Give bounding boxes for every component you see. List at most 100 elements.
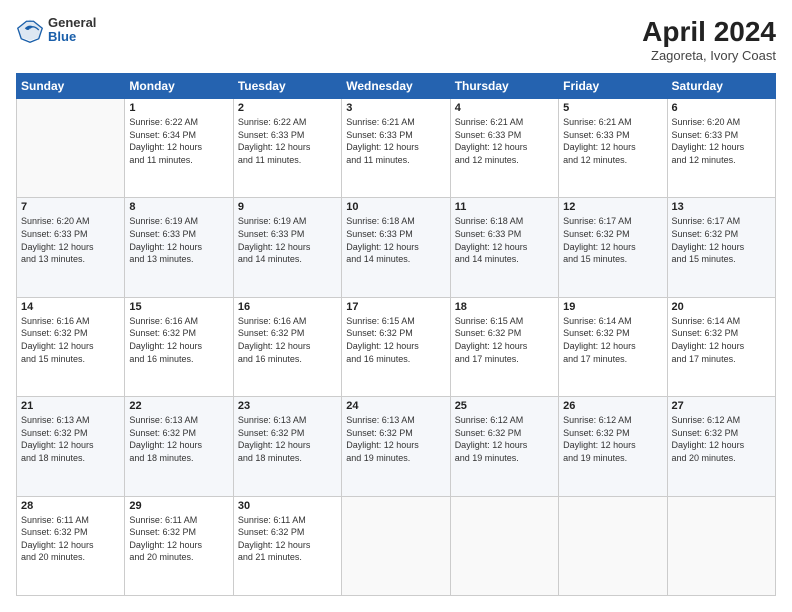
day-number: 9 <box>238 201 337 213</box>
day-number: 11 <box>455 201 554 213</box>
day-info: Sunrise: 6:22 AMSunset: 6:33 PMDaylight:… <box>238 116 337 166</box>
logo-text: General Blue <box>48 16 96 45</box>
day-info: Sunrise: 6:17 AMSunset: 6:32 PMDaylight:… <box>563 215 662 265</box>
day-number: 14 <box>21 301 120 313</box>
col-monday: Monday <box>125 74 233 99</box>
day-number: 24 <box>346 400 445 412</box>
day-number: 20 <box>672 301 771 313</box>
day-number: 22 <box>129 400 228 412</box>
day-info: Sunrise: 6:20 AMSunset: 6:33 PMDaylight:… <box>21 215 120 265</box>
day-number: 26 <box>563 400 662 412</box>
table-row: 25Sunrise: 6:12 AMSunset: 6:32 PMDayligh… <box>450 397 558 496</box>
table-row: 2 Sunrise: 6:22 AMSunset: 6:33 PMDaylight… <box>233 99 341 198</box>
logo: General Blue <box>16 16 96 45</box>
day-info: Sunrise: 6:16 AMSunset: 6:32 PMDaylight:… <box>21 315 120 365</box>
day-number: 4 <box>455 102 554 114</box>
day-number: 25 <box>455 400 554 412</box>
calendar-week-row: 28 Sunrise: 6:11 AMSunset: 6:32 PMDayligh… <box>17 496 776 595</box>
col-sunday: Sunday <box>17 74 125 99</box>
day-number: 8 <box>129 201 228 213</box>
day-info: Sunrise: 6:16 AMSunset: 6:32 PMDaylight:… <box>238 315 337 365</box>
table-row <box>342 496 450 595</box>
table-row: 8 Sunrise: 6:19 AMSunset: 6:33 PMDaylight… <box>125 198 233 297</box>
calendar-week-row: 7 Sunrise: 6:20 AMSunset: 6:33 PMDaylight… <box>17 198 776 297</box>
col-wednesday: Wednesday <box>342 74 450 99</box>
col-saturday: Saturday <box>667 74 775 99</box>
table-row: 26 Sunrise: 6:12 AMSunset: 6:32 PMDayligh… <box>559 397 667 496</box>
day-info: Sunrise: 6:21 AMSunset: 6:33 PMDaylight:… <box>455 116 554 166</box>
table-row <box>667 496 775 595</box>
table-row: 9 Sunrise: 6:19 AMSunset: 6:33 PMDaylight… <box>233 198 341 297</box>
day-info: Sunrise: 6:18 AMSunset: 6:33 PMDaylight:… <box>346 215 445 265</box>
table-row: 1 Sunrise: 6:22 AMSunset: 6:34 PMDaylight… <box>125 99 233 198</box>
day-info: Sunrise: 6:12 AMSunset: 6:32 PMDaylight:… <box>563 414 662 464</box>
table-row: 22 Sunrise: 6:13 AMSunset: 6:32 PMDayligh… <box>125 397 233 496</box>
day-info: Sunrise: 6:13 AMSunset: 6:32 PMDaylight:… <box>346 414 445 464</box>
day-number: 2 <box>238 102 337 114</box>
table-row: 4 Sunrise: 6:21 AMSunset: 6:33 PMDaylight… <box>450 99 558 198</box>
day-info: Sunrise: 6:16 AMSunset: 6:32 PMDaylight:… <box>129 315 228 365</box>
calendar-table: Sunday Monday Tuesday Wednesday Thursday… <box>16 73 776 596</box>
day-number: 16 <box>238 301 337 313</box>
day-number: 1 <box>129 102 228 114</box>
table-row: 3 Sunrise: 6:21 AMSunset: 6:33 PMDaylight… <box>342 99 450 198</box>
table-row: 19Sunrise: 6:14 AMSunset: 6:32 PMDayligh… <box>559 297 667 396</box>
table-row: 29Sunrise: 6:11 AMSunset: 6:32 PMDayligh… <box>125 496 233 595</box>
table-row: 18 Sunrise: 6:15 AMSunset: 6:32 PMDayligh… <box>450 297 558 396</box>
table-row: 30 Sunrise: 6:11 AMSunset: 6:32 PMDayligh… <box>233 496 341 595</box>
day-info: Sunrise: 6:22 AMSunset: 6:34 PMDaylight:… <box>129 116 228 166</box>
day-info: Sunrise: 6:15 AMSunset: 6:32 PMDaylight:… <box>455 315 554 365</box>
col-thursday: Thursday <box>450 74 558 99</box>
day-number: 18 <box>455 301 554 313</box>
day-info: Sunrise: 6:17 AMSunset: 6:32 PMDaylight:… <box>672 215 771 265</box>
day-number: 13 <box>672 201 771 213</box>
table-row: 13 Sunrise: 6:17 AMSunset: 6:32 PMDayligh… <box>667 198 775 297</box>
calendar-week-row: 21Sunrise: 6:13 AMSunset: 6:32 PMDayligh… <box>17 397 776 496</box>
logo-blue: Blue <box>48 30 96 44</box>
col-friday: Friday <box>559 74 667 99</box>
day-number: 15 <box>129 301 228 313</box>
table-row: 10 Sunrise: 6:18 AMSunset: 6:33 PMDayligh… <box>342 198 450 297</box>
day-info: Sunrise: 6:12 AMSunset: 6:32 PMDaylight:… <box>672 414 771 464</box>
day-number: 3 <box>346 102 445 114</box>
day-info: Sunrise: 6:20 AMSunset: 6:33 PMDaylight:… <box>672 116 771 166</box>
day-info: Sunrise: 6:11 AMSunset: 6:32 PMDaylight:… <box>21 514 120 564</box>
day-number: 30 <box>238 500 337 512</box>
day-info: Sunrise: 6:14 AMSunset: 6:32 PMDaylight:… <box>672 315 771 365</box>
table-row: 24 Sunrise: 6:13 AMSunset: 6:32 PMDayligh… <box>342 397 450 496</box>
day-info: Sunrise: 6:19 AMSunset: 6:33 PMDaylight:… <box>238 215 337 265</box>
day-info: Sunrise: 6:13 AMSunset: 6:32 PMDaylight:… <box>129 414 228 464</box>
day-number: 28 <box>21 500 120 512</box>
day-info: Sunrise: 6:18 AMSunset: 6:33 PMDaylight:… <box>455 215 554 265</box>
day-info: Sunrise: 6:21 AMSunset: 6:33 PMDaylight:… <box>346 116 445 166</box>
day-number: 27 <box>672 400 771 412</box>
day-number: 23 <box>238 400 337 412</box>
page: General Blue April 2024 Zagoreta, Ivory … <box>0 0 792 612</box>
table-row: 6Sunrise: 6:20 AMSunset: 6:33 PMDaylight… <box>667 99 775 198</box>
title-block: April 2024 Zagoreta, Ivory Coast <box>642 16 776 63</box>
table-row: 16 Sunrise: 6:16 AMSunset: 6:32 PMDayligh… <box>233 297 341 396</box>
day-info: Sunrise: 6:14 AMSunset: 6:32 PMDaylight:… <box>563 315 662 365</box>
day-info: Sunrise: 6:19 AMSunset: 6:33 PMDaylight:… <box>129 215 228 265</box>
calendar-week-row: 14 Sunrise: 6:16 AMSunset: 6:32 PMDayligh… <box>17 297 776 396</box>
header: General Blue April 2024 Zagoreta, Ivory … <box>16 16 776 63</box>
day-info: Sunrise: 6:11 AMSunset: 6:32 PMDaylight:… <box>129 514 228 564</box>
day-info: Sunrise: 6:13 AMSunset: 6:32 PMDaylight:… <box>238 414 337 464</box>
table-row: 27 Sunrise: 6:12 AMSunset: 6:32 PMDayligh… <box>667 397 775 496</box>
day-number: 10 <box>346 201 445 213</box>
table-row <box>450 496 558 595</box>
day-number: 5 <box>563 102 662 114</box>
day-number: 7 <box>21 201 120 213</box>
table-row: 21Sunrise: 6:13 AMSunset: 6:32 PMDayligh… <box>17 397 125 496</box>
day-info: Sunrise: 6:13 AMSunset: 6:32 PMDaylight:… <box>21 414 120 464</box>
table-row <box>559 496 667 595</box>
table-row: 28 Sunrise: 6:11 AMSunset: 6:32 PMDayligh… <box>17 496 125 595</box>
table-row: 20 Sunrise: 6:14 AMSunset: 6:32 PMDayligh… <box>667 297 775 396</box>
table-row: 23 Sunrise: 6:13 AMSunset: 6:32 PMDayligh… <box>233 397 341 496</box>
day-info: Sunrise: 6:21 AMSunset: 6:33 PMDaylight:… <box>563 116 662 166</box>
logo-general: General <box>48 16 96 30</box>
day-info: Sunrise: 6:11 AMSunset: 6:32 PMDaylight:… <box>238 514 337 564</box>
logo-icon <box>16 16 44 44</box>
table-row: 5 Sunrise: 6:21 AMSunset: 6:33 PMDaylight… <box>559 99 667 198</box>
subtitle: Zagoreta, Ivory Coast <box>642 48 776 63</box>
